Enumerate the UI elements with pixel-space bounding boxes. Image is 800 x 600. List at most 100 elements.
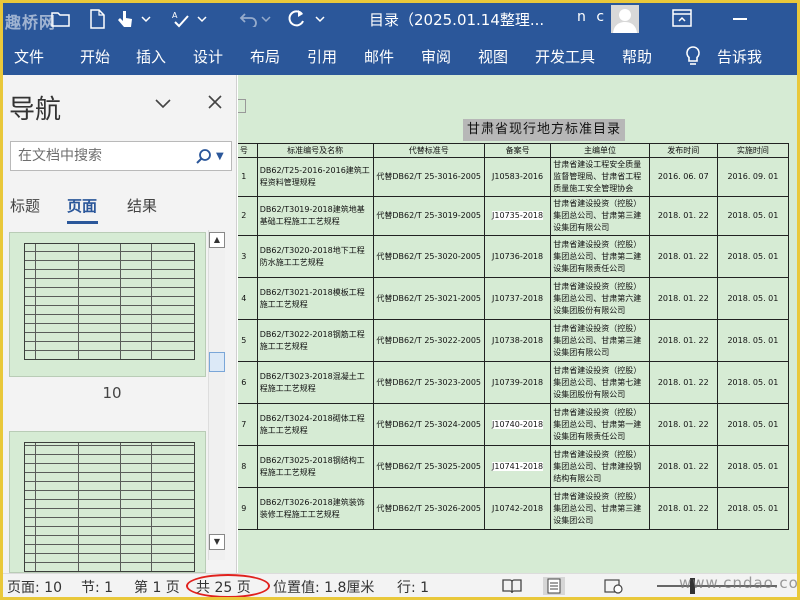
effective-date: 2018. 05. 01 (716, 403, 790, 446)
tab-home[interactable]: 开始 (80, 46, 110, 67)
word-window: 趣桥网 A 目录（2025.01.14整理... n c 文件 开始 插入 设计… (3, 3, 797, 597)
customize-dropdown-icon-3[interactable] (313, 7, 327, 31)
document-canvas[interactable]: 甘肃省现行地方标准目录 号 标准编号及名称 代替标准号 备案号 主编单位 发布时… (238, 75, 797, 573)
tab-file[interactable]: 文件 (14, 46, 44, 67)
svg-text:A: A (172, 11, 178, 20)
table-row[interactable]: 3 DB62/T3020-2018地下工程防水施工工艺规程 代替DB62/T 2… (238, 235, 790, 278)
avatar[interactable] (611, 5, 639, 33)
customize-dropdown-icon[interactable] (139, 7, 153, 31)
search-input[interactable] (11, 142, 191, 170)
tab-references[interactable]: 引用 (307, 46, 337, 67)
editor-unit: 甘肃省建设投资（控股）集团总公司、甘肃第一建设集团有限责任公司 (550, 403, 650, 446)
undo-dropdown-icon[interactable] (260, 7, 272, 31)
table-row[interactable]: 4 DB62/T3021-2018模板工程施工工艺规程 代替DB62/T 25-… (238, 277, 790, 320)
touch-mode-icon[interactable] (113, 7, 137, 31)
record-number: J10737-2018 (483, 277, 552, 320)
replaced-standard: 代替DB62/T 25-3025-2005 (372, 445, 485, 488)
record-number: J10742-2018 (483, 487, 552, 530)
effective-date: 2018. 05. 01 (716, 277, 790, 320)
table-row[interactable]: 2 DB62/T3019-2018建筑地基基础工程施工工艺规程 代替DB62/T… (238, 196, 790, 236)
replaced-standard: 代替DB62/T 25-3022-2005 (372, 319, 485, 362)
user-name[interactable]: n c (577, 9, 607, 25)
tab-design[interactable]: 设计 (193, 46, 223, 67)
redo-icon[interactable] (285, 7, 309, 31)
tab-mailings[interactable]: 邮件 (364, 46, 394, 67)
customize-dropdown-icon-2[interactable] (195, 7, 209, 31)
highlight-circle (186, 574, 270, 597)
spelling-check-icon[interactable]: A (169, 7, 193, 31)
editor-unit: 甘肃省建设工程安全质量监督管理局、甘肃省工程质量施工安全管理协会 (550, 157, 650, 197)
ribbon-display-options-icon[interactable] (671, 8, 693, 28)
minimize-button[interactable] (733, 18, 747, 20)
standards-table[interactable]: 号 标准编号及名称 代替标准号 备案号 主编单位 发布时间 实施时间 1 DB6… (238, 143, 790, 530)
row-number: 5 (238, 319, 258, 362)
record-number-text: J10740-2018 (492, 419, 544, 429)
standard-name: DB62/T3020-2018地下工程防水施工工艺规程 (256, 235, 374, 278)
replaced-standard: 代替DB62/T 25-3023-2005 (372, 361, 485, 404)
search-options-dropdown-icon[interactable]: ▼ (216, 148, 228, 166)
page-thumbnail-10[interactable] (9, 232, 206, 377)
replaced-standard: 代替DB62/T 25-3016-2005 (372, 157, 485, 197)
table-row[interactable]: 9 DB62/T3026-2018建筑装饰装修工程施工工艺规程 代替DB62/T… (238, 487, 790, 530)
record-number: J10736-2018 (483, 235, 552, 278)
status-section[interactable]: 节: 1 (81, 577, 113, 597)
new-document-icon[interactable] (85, 7, 109, 31)
lightbulb-icon[interactable] (683, 45, 703, 67)
status-page-of[interactable]: 第 1 页 (134, 577, 180, 597)
nav-search-box: ▼ (10, 141, 232, 171)
thumbnail-scrollbar[interactable]: ▲ ▼ (208, 230, 225, 560)
table-row[interactable]: 6 DB62/T3023-2018混凝土工程施工工艺规程 代替DB62/T 25… (238, 361, 790, 404)
record-number: J10735-2018 (483, 196, 552, 236)
tab-pages[interactable]: 页面 (67, 195, 97, 216)
editor-unit: 甘肃省建设投资（控股）集团总公司、甘肃建投钢结构有限公司 (550, 445, 650, 488)
scrollbar-thumb[interactable] (209, 352, 225, 372)
tab-headings[interactable]: 标题 (10, 195, 40, 216)
close-icon[interactable] (206, 93, 224, 111)
table-row[interactable]: 5 DB62/T3022-2018钢筋工程施工工艺规程 代替DB62/T 25-… (238, 319, 790, 362)
record-number: J10741-2018 (483, 445, 552, 488)
search-icon[interactable] (195, 148, 213, 166)
thumbnail-table-preview (24, 442, 195, 572)
active-tab-indicator (67, 221, 98, 224)
editor-unit: 甘肃省建设投资（控股）集团总公司、甘肃第二建设集团有限责任公司 (550, 235, 650, 278)
web-layout-icon[interactable] (603, 577, 625, 595)
page-thumbnail-11[interactable] (9, 431, 206, 573)
effective-date: 2018. 05. 01 (716, 196, 790, 236)
status-position[interactable]: 位置值: 1.8厘米 (273, 577, 374, 597)
row-number: 8 (238, 445, 258, 488)
table-move-handle[interactable] (238, 99, 246, 113)
effective-date: 2018. 05. 01 (716, 445, 790, 488)
tab-view[interactable]: 视图 (478, 46, 508, 67)
scroll-down-arrow-icon[interactable]: ▼ (209, 534, 225, 550)
tab-insert[interactable]: 插入 (136, 46, 166, 67)
status-page[interactable]: 页面: 10 (7, 577, 62, 597)
status-line[interactable]: 行: 1 (397, 577, 429, 597)
tab-review[interactable]: 审阅 (421, 46, 451, 67)
table-row[interactable]: 7 DB62/T3024-2018砌体工程施工工艺规程 代替DB62/T 25-… (238, 403, 790, 446)
standard-name: DB62/T3019-2018建筑地基基础工程施工工艺规程 (256, 196, 374, 236)
read-mode-icon[interactable] (501, 577, 523, 595)
print-layout-icon[interactable] (543, 577, 565, 595)
table-row[interactable]: 8 DB62/T3025-2018钢结构工程施工工艺规程 代替DB62/T 25… (238, 445, 790, 488)
open-folder-icon[interactable] (49, 7, 73, 31)
tab-layout[interactable]: 布局 (250, 46, 280, 67)
tab-results[interactable]: 结果 (127, 195, 157, 216)
row-number: 3 (238, 235, 258, 278)
chevron-down-icon[interactable] (153, 93, 173, 113)
column-header: 实施时间 (716, 143, 790, 158)
record-number-text: J10735-2018 (492, 211, 544, 220)
undo-icon[interactable] (237, 7, 261, 31)
publish-date: 2018. 01. 22 (648, 196, 718, 236)
standard-name: DB62/T3025-2018钢结构工程施工工艺规程 (256, 445, 374, 488)
standard-name: DB62/T3023-2018混凝土工程施工工艺规程 (256, 361, 374, 404)
scroll-up-arrow-icon[interactable]: ▲ (209, 232, 225, 248)
tell-me-search[interactable]: 告诉我 (717, 46, 762, 67)
table-row[interactable]: 1 DB62/T25-2016-2016建筑工程资料管理规程 代替DB62/T … (238, 157, 790, 197)
tab-developer[interactable]: 开发工具 (535, 46, 595, 67)
row-number: 1 (238, 157, 258, 197)
editor-unit: 甘肃省建设投资（控股）集团总公司、甘肃第三建设集团有限公司 (550, 319, 650, 362)
tab-help[interactable]: 帮助 (622, 46, 652, 67)
nav-pane-title: 导航 (9, 95, 62, 125)
ribbon-tabs: 文件 开始 插入 设计 布局 引用 邮件 审阅 视图 开发工具 帮助 告诉我 (3, 35, 797, 75)
replaced-standard: 代替DB62/T 25-3024-2005 (372, 403, 485, 446)
